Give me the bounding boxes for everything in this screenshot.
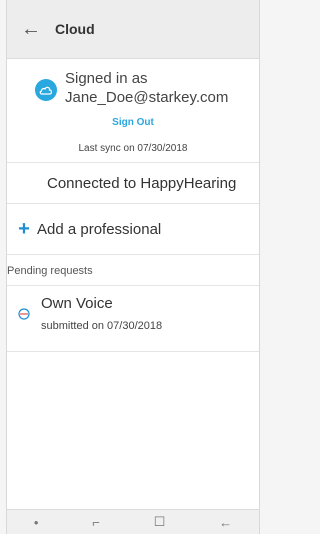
signed-in-text: Signed in as Jane_Doe@starkey.com [65, 69, 228, 107]
pending-item-subtitle: submitted on 07/30/2018 [41, 320, 163, 332]
account-email: Jane_Doe@starkey.com [65, 89, 229, 106]
pending-item-title: Own Voice [41, 295, 113, 312]
account-row: Signed in as Jane_Doe@starkey.com [7, 69, 259, 107]
signed-in-label: Signed in as [65, 70, 148, 87]
sign-out-link[interactable]: Sign Out [7, 117, 259, 128]
app-header: ← Cloud [7, 0, 259, 59]
system-navbar: • ⌐ ☐ ← [7, 509, 259, 534]
back-icon[interactable]: ← [219, 515, 232, 530]
account-section: Signed in as Jane_Doe@starkey.com Sign O… [7, 59, 259, 163]
cloud-icon [35, 79, 57, 101]
last-sync-text: Last sync on 07/30/2018 [78, 143, 188, 154]
pending-requests-header: Pending requests [7, 255, 259, 286]
dot-icon[interactable]: • [34, 515, 39, 530]
pending-icon [7, 294, 41, 320]
arrow-left-icon[interactable]: ← [7, 0, 55, 58]
connected-status[interactable]: Connected to HappyHearing [7, 163, 259, 204]
recent-apps-icon[interactable]: ⌐ [92, 515, 100, 530]
home-icon[interactable]: ☐ [154, 514, 166, 530]
add-professional-label: Add a professional [37, 220, 162, 238]
list-item[interactable]: Own Voice submitted on 07/30/2018 [7, 286, 259, 352]
app-screen: ← Cloud Signed in as Jane_Doe@starkey.co… [6, 0, 260, 534]
pending-item-text: Own Voice submitted on 07/30/2018 [41, 294, 162, 332]
page-title: Cloud [55, 21, 95, 37]
add-professional-button[interactable]: + Add a professional [7, 204, 259, 255]
plus-icon: + [18, 217, 30, 240]
